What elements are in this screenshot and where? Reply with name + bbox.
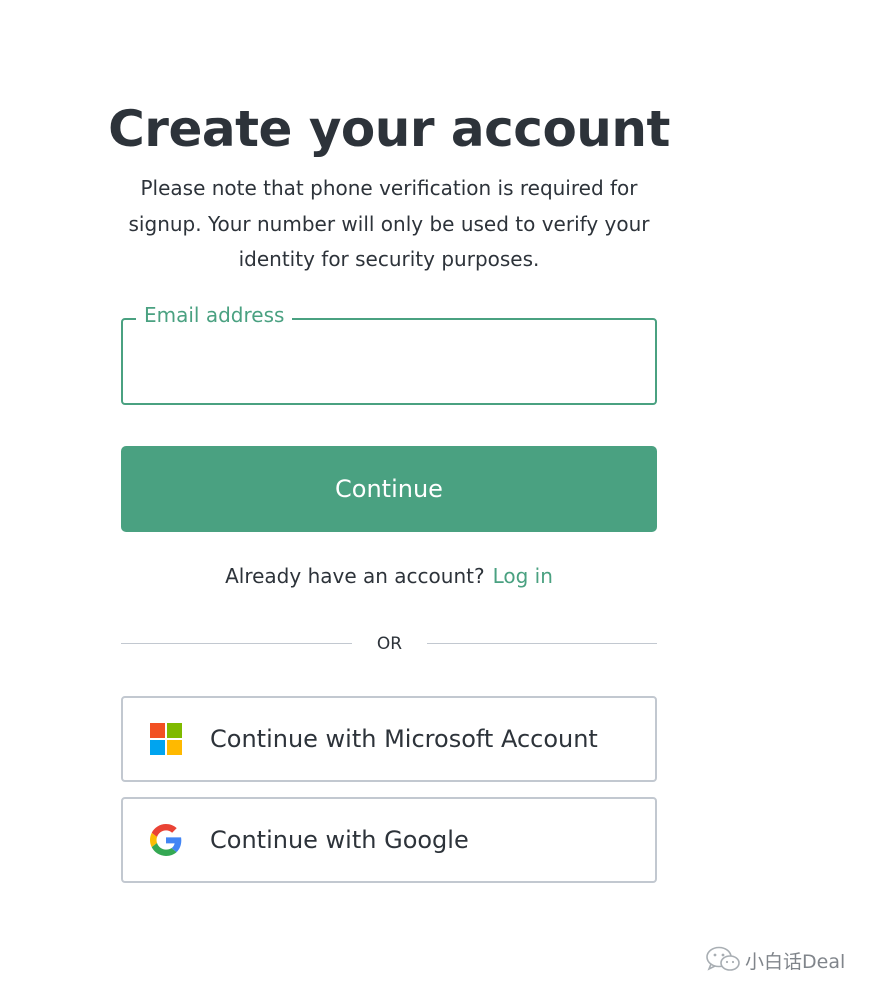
divider-or: OR xyxy=(376,634,403,654)
continue-button[interactable]: Continue xyxy=(121,446,657,532)
google-login-button[interactable]: Continue with Google xyxy=(121,797,657,883)
divider-left xyxy=(121,643,352,644)
google-logo-icon xyxy=(150,824,182,856)
login-prompt-row: Already have an account? Log in xyxy=(0,560,778,592)
watermark-text: 小白话Deal xyxy=(745,950,846,973)
microsoft-login-label: Continue with Microsoft Account xyxy=(210,725,598,753)
signup-notice: Please note that phone verification is r… xyxy=(128,176,650,271)
email-input[interactable] xyxy=(139,348,639,388)
login-link[interactable]: Log in xyxy=(493,564,553,588)
email-field[interactable] xyxy=(121,318,657,405)
microsoft-login-button[interactable]: Continue with Microsoft Account xyxy=(121,696,657,782)
page-title: Create your account xyxy=(108,100,670,158)
google-login-label: Continue with Google xyxy=(210,826,469,854)
divider-right xyxy=(427,643,657,644)
wechat-icon xyxy=(705,946,741,974)
email-label: Email address xyxy=(136,300,293,330)
watermark: 小白话Deal xyxy=(705,944,845,976)
microsoft-logo-icon xyxy=(150,723,182,755)
login-prompt: Already have an account? xyxy=(225,564,485,588)
